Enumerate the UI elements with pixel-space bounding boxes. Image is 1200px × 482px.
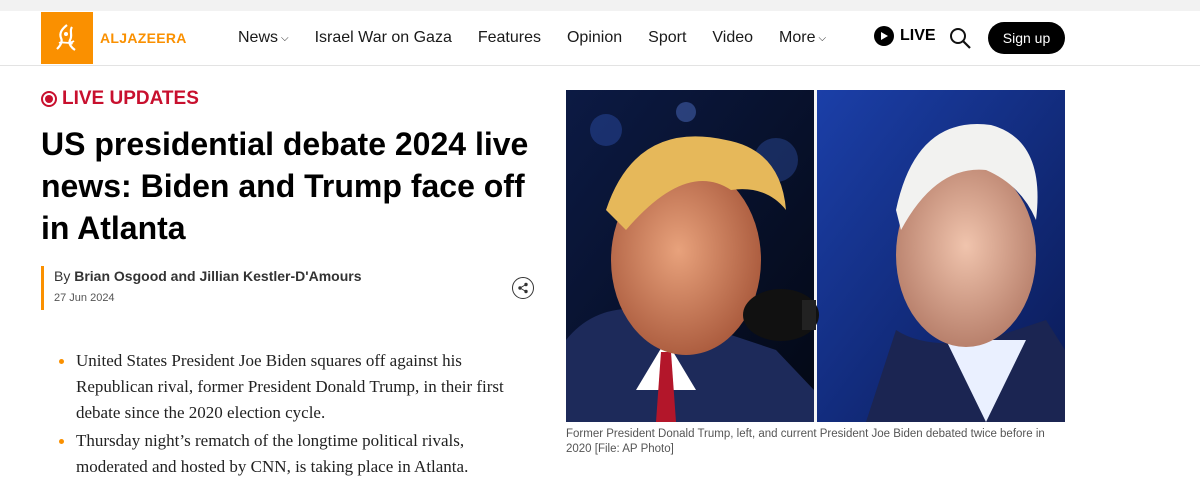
byline-authors: By Brian Osgood and Jillian Kestler-D'Am… (54, 268, 362, 284)
summary-bullet: United States President Joe Biden square… (56, 348, 536, 426)
live-button[interactable]: LIVE (874, 26, 936, 46)
live-updates-label: LIVE UPDATES (62, 88, 199, 109)
summary-bullets: United States President Joe Biden square… (56, 348, 536, 482)
nav-item-video[interactable]: Video (712, 29, 753, 47)
nav-item-label: News (238, 29, 279, 46)
play-icon (874, 26, 894, 46)
nav-item-israel-war-on-gaza[interactable]: Israel War on Gaza (315, 29, 452, 47)
search-icon[interactable] (948, 26, 972, 50)
nav-item-label: Opinion (566, 29, 623, 46)
nav-item-label: Sport (648, 29, 687, 46)
byline: By Brian Osgood and Jillian Kestler-D'Am… (41, 266, 362, 310)
hero-photo-illustration (566, 90, 1065, 422)
author-names[interactable]: Brian Osgood and Jillian Kestler-D'Amour… (74, 268, 361, 284)
summary-bullet: Thursday night’s rematch of the longtime… (56, 428, 536, 480)
nav-item-features[interactable]: Features (478, 29, 541, 47)
nav-item-sport[interactable]: Sport (648, 29, 686, 47)
publish-date: 27 Jun 2024 (54, 292, 115, 304)
browser-top-strip (0, 0, 1200, 11)
site-logo[interactable]: ALJAZEERA (41, 11, 187, 65)
nav-item-label: Video (712, 29, 754, 46)
logo-emblem-icon (41, 12, 93, 64)
live-label: LIVE (900, 27, 936, 44)
nav-item-opinion[interactable]: Opinion (567, 29, 622, 47)
live-indicator-icon (41, 91, 57, 107)
hero-photo (566, 90, 1065, 422)
nav-item-label: Features (477, 29, 541, 46)
share-icon[interactable] (512, 277, 534, 299)
site-header: ALJAZEERA News ⌵ Israel War on Gaza Featu… (0, 11, 1200, 66)
sign-up-button[interactable]: Sign up (988, 22, 1065, 54)
chevron-down-icon: ⌵ (818, 32, 827, 44)
nav-item-news[interactable]: News ⌵ (238, 29, 289, 47)
live-updates-badge: LIVE UPDATES (41, 88, 199, 110)
nav-item-more[interactable]: More ⌵ (779, 29, 826, 47)
chevron-down-icon: ⌵ (281, 32, 289, 44)
nav-item-label: More (779, 29, 816, 46)
article-headline: US presidential debate 2024 live news: B… (41, 126, 529, 246)
main-nav: News ⌵ Israel War on Gaza Features Opinio… (238, 11, 852, 65)
byline-prefix: By (54, 268, 71, 284)
logo-wordmark: ALJAZEERA (100, 30, 187, 46)
image-caption: Former President Donald Trump, left, and… (566, 428, 1045, 455)
nav-item-label: Israel War on Gaza (314, 29, 452, 46)
